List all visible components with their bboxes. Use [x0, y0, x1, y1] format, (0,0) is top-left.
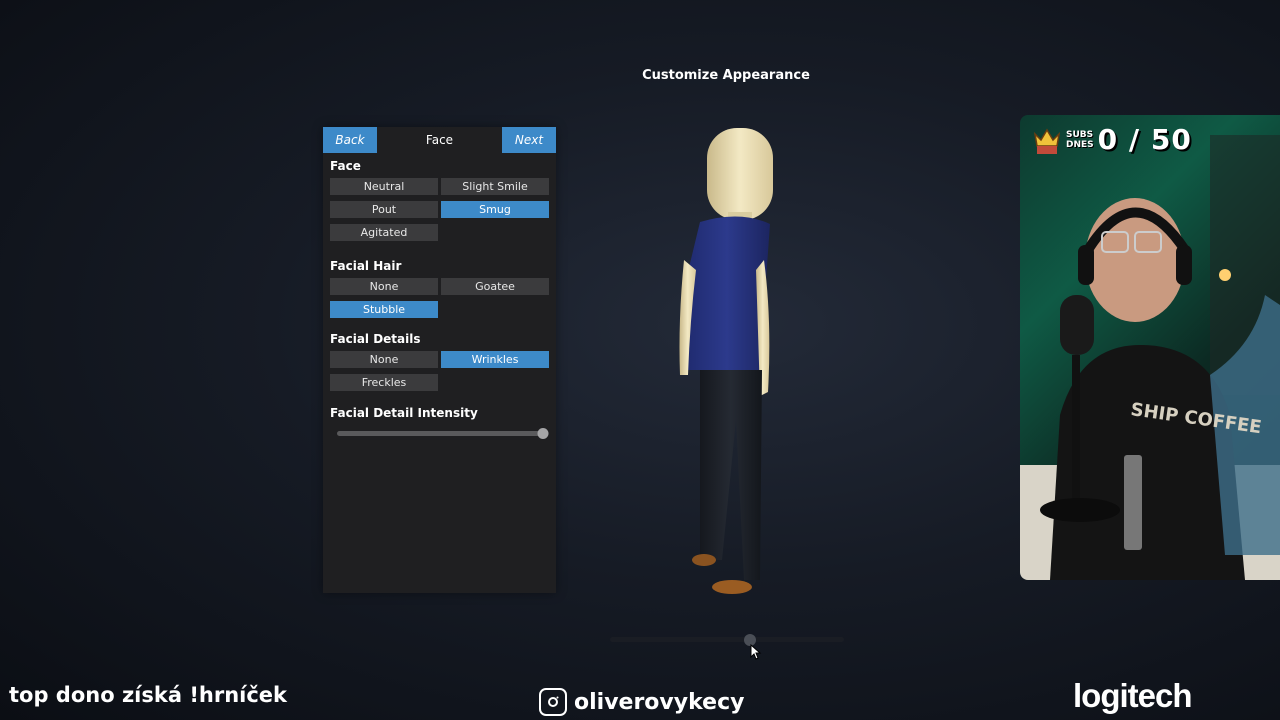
facial-hair-option-stubble[interactable]: Stubble	[330, 301, 438, 318]
webcam-overlay: SHIP COFFEE SUBS DNES 0 / 50	[1020, 115, 1280, 580]
social-name: oliverovykecy	[574, 689, 745, 715]
facial-details-option-none[interactable]: None	[330, 351, 438, 368]
facial-details-option-wrinkles[interactable]: Wrinkles	[441, 351, 549, 368]
intensity-slider[interactable]	[337, 428, 549, 439]
face-section-label: Face	[330, 159, 361, 173]
intensity-slider-handle[interactable]	[537, 428, 549, 439]
facial-details-section-label: Facial Details	[330, 332, 421, 346]
intensity-section-label: Facial Detail Intensity	[330, 406, 478, 420]
face-option-slight-smile[interactable]: Slight Smile	[441, 178, 549, 195]
facial-hair-option-none[interactable]: None	[330, 278, 438, 295]
social-handle: oliverovykecy	[539, 688, 744, 716]
subs-goal-widget: SUBS DNES 0 / 50	[1032, 123, 1192, 156]
screen-title: Customize Appearance	[642, 68, 810, 83]
facial-hair-section-label: Facial Hair	[330, 259, 402, 273]
ticker-text: top dono získá !hrníček	[9, 683, 288, 707]
face-option-smug[interactable]: Smug	[441, 201, 549, 218]
next-button[interactable]: Next	[502, 127, 556, 153]
appearance-panel: Back Face Next Face Neutral Slight Smile…	[323, 127, 556, 593]
face-option-agitated[interactable]: Agitated	[330, 224, 438, 241]
character-model[interactable]	[660, 120, 800, 610]
face-option-neutral[interactable]: Neutral	[330, 178, 438, 195]
camera-icon	[539, 688, 567, 716]
back-button[interactable]: Back	[323, 127, 377, 153]
sponsor-logo: logitech	[1073, 677, 1193, 714]
streamer-image: SHIP COFFEE	[1020, 135, 1280, 580]
panel-title: Face	[425, 133, 454, 147]
subs-count: 0 / 50	[1097, 123, 1192, 156]
facial-hair-option-goatee[interactable]: Goatee	[441, 278, 549, 295]
face-option-pout[interactable]: Pout	[330, 201, 438, 218]
panel-header: Back Face Next	[323, 127, 556, 153]
crown-icon	[1033, 128, 1061, 154]
facial-details-option-freckles[interactable]: Freckles	[330, 374, 438, 391]
mouse-cursor-icon	[750, 644, 762, 660]
subs-label: SUBS DNES	[1066, 129, 1094, 150]
rotation-slider[interactable]	[610, 634, 844, 646]
